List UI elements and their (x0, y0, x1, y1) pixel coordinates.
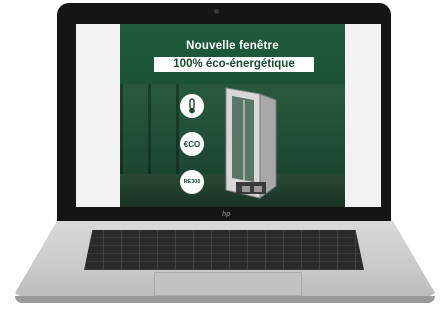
window-profile-image (225, 87, 277, 199)
webcam (214, 9, 219, 14)
laptop-logo: hp (222, 211, 231, 218)
advert-panel: Nouvelle fenêtre 100% éco-énergétique €C… (120, 24, 345, 207)
touchpad (154, 272, 302, 296)
base-front-edge (15, 296, 435, 303)
thermometer-icon (180, 94, 204, 118)
recycle-badge: RE300 (180, 170, 204, 194)
keyboard-keys (84, 230, 364, 270)
laptop: Nouvelle fenêtre 100% éco-énergétique €C… (0, 0, 444, 311)
ad-headline-line1: Nouvelle fenêtre (186, 40, 279, 52)
laptop-screen: Nouvelle fenêtre 100% éco-énergétique €C… (76, 24, 381, 207)
eco-badge: €CO (180, 132, 204, 156)
ad-headline-line2: 100% éco-énergétique (154, 57, 314, 72)
